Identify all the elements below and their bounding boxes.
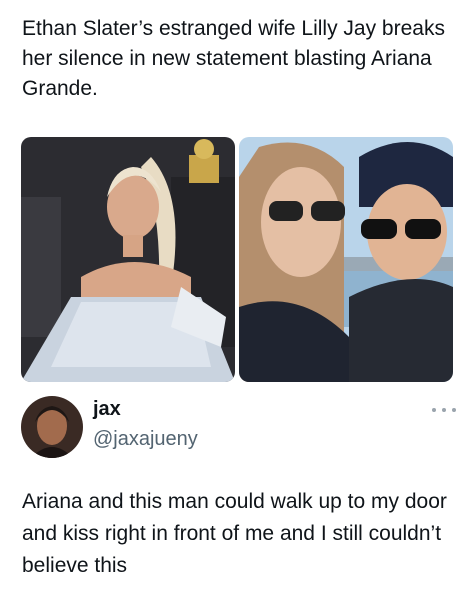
avatar-illustration	[21, 396, 83, 458]
more-options-icon[interactable]	[432, 404, 456, 416]
more-dot	[432, 408, 436, 412]
author-avatar[interactable]	[21, 396, 83, 458]
more-dot	[442, 408, 446, 412]
author-name[interactable]: jax	[93, 398, 121, 421]
post-headline: Ethan Slater’s estranged wife Lilly Jay …	[22, 17, 445, 100]
media-photo-right[interactable]	[239, 137, 453, 382]
couple-photo-illustration	[239, 137, 453, 382]
media-photo-left[interactable]	[21, 137, 235, 382]
author-handle[interactable]: @jaxajueny	[93, 428, 198, 451]
ariana-photo-illustration	[21, 137, 235, 382]
more-dot	[452, 408, 456, 412]
post-body-text: Ariana and this man could walk up to my …	[22, 490, 447, 577]
